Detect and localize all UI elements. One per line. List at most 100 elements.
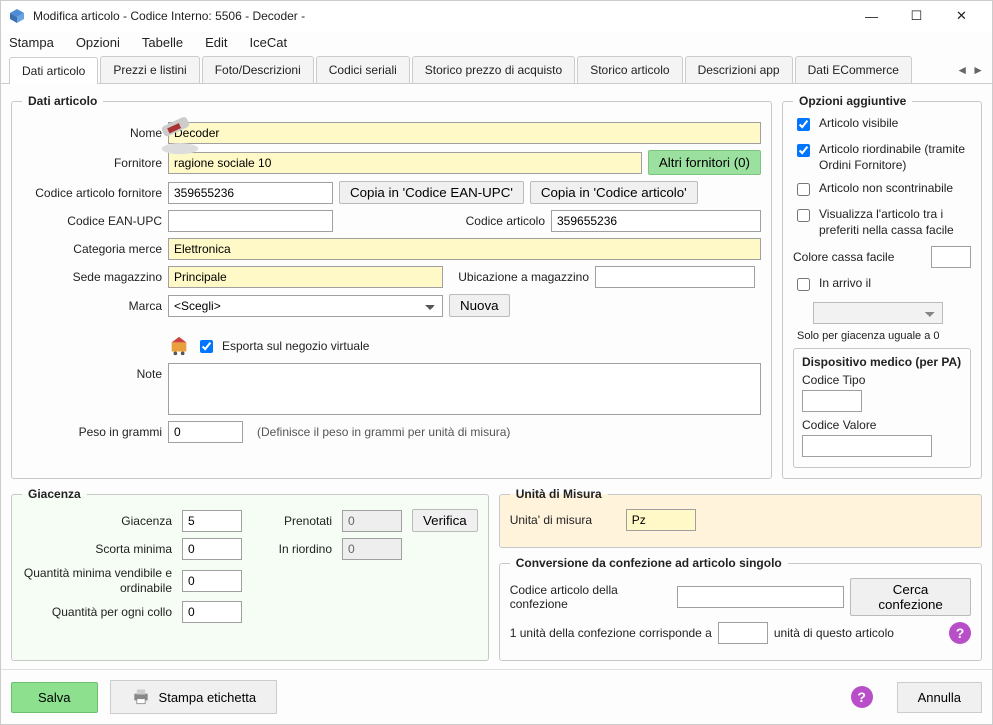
riordinabile-checkbox[interactable] bbox=[797, 144, 810, 157]
riordino-input bbox=[342, 538, 402, 560]
nome-label: Nome bbox=[22, 126, 162, 140]
ubicazione-label: Ubicazione a magazzino bbox=[449, 270, 589, 284]
prenotati-label: Prenotati bbox=[252, 514, 332, 528]
devmed-tipo-input[interactable] bbox=[802, 390, 862, 412]
cod-art-input[interactable] bbox=[551, 210, 761, 232]
salva-button[interactable]: Salva bbox=[11, 682, 98, 713]
minimize-button[interactable]: — bbox=[849, 1, 894, 31]
conv-codice-input[interactable] bbox=[677, 586, 844, 608]
marca-label: Marca bbox=[22, 299, 162, 313]
preferiti-checkbox[interactable] bbox=[797, 209, 810, 222]
ean-label: Codice EAN-UPC bbox=[22, 214, 162, 228]
annulla-button[interactable]: Annulla bbox=[897, 682, 982, 713]
tab-storico-articolo[interactable]: Storico articolo bbox=[577, 56, 682, 83]
stampa-etichetta-button[interactable]: Stampa etichetta bbox=[110, 680, 278, 714]
scorta-input[interactable] bbox=[182, 538, 242, 560]
tab-prezzi[interactable]: Prezzi e listini bbox=[100, 56, 199, 83]
giacenza-label: Giacenza bbox=[22, 514, 172, 528]
printer-icon bbox=[131, 687, 151, 707]
qmin-input[interactable] bbox=[182, 570, 242, 592]
categoria-label: Categoria merce bbox=[22, 242, 162, 256]
window: Modifica articolo - Codice Interno: 5506… bbox=[0, 0, 993, 725]
cerca-confezione-button[interactable]: Cerca confezione bbox=[850, 578, 971, 616]
note-textarea[interactable] bbox=[168, 363, 761, 415]
in-arrivo-date[interactable] bbox=[813, 302, 943, 324]
devmed-group: Dispositivo medico (per PA) Codice Tipo … bbox=[793, 348, 971, 468]
close-button[interactable]: ✕ bbox=[939, 1, 984, 31]
barcode-scanner-icon bbox=[158, 112, 202, 156]
ubicazione-input[interactable] bbox=[595, 266, 755, 288]
conv-legend: Conversione da confezione ad articolo si… bbox=[510, 556, 788, 570]
nome-input[interactable] bbox=[168, 122, 761, 144]
giacenza-legend: Giacenza bbox=[22, 487, 87, 501]
copia-art-button[interactable]: Copia in 'Codice articolo' bbox=[530, 181, 698, 204]
nuova-marca-button[interactable]: Nuova bbox=[449, 294, 510, 317]
visibile-checkbox[interactable] bbox=[797, 118, 810, 131]
fornitore-select[interactable]: ragione sociale 10 bbox=[168, 152, 642, 174]
menubar: Stampa Opzioni Tabelle Edit IceCat bbox=[1, 31, 992, 56]
conv-codice-label: Codice articolo della confezione bbox=[510, 583, 671, 611]
tab-codici-seriali[interactable]: Codici seriali bbox=[316, 56, 410, 83]
esporta-label: Esporta sul negozio virtuale bbox=[222, 339, 369, 353]
um-group: Unità di Misura Unita' di misura Pz bbox=[499, 487, 982, 548]
sede-label: Sede magazzino bbox=[22, 270, 162, 284]
categoria-select[interactable]: Elettronica bbox=[168, 238, 761, 260]
tab-ecommerce[interactable]: Dati ECommerce bbox=[795, 56, 912, 83]
copia-ean-button[interactable]: Copia in 'Codice EAN-UPC' bbox=[339, 181, 524, 204]
content: Dati articolo Nome Fornitore ragione soc… bbox=[1, 84, 992, 669]
non-scontrinabile-checkbox[interactable] bbox=[797, 183, 810, 196]
sede-select[interactable]: Principale bbox=[168, 266, 443, 288]
in-arrivo-checkbox[interactable] bbox=[797, 278, 810, 291]
cod-forn-input[interactable] bbox=[168, 182, 333, 204]
marca-select[interactable]: <Scegli> bbox=[168, 295, 443, 317]
tabstrip: Dati articolo Prezzi e listini Foto/Desc… bbox=[1, 56, 992, 84]
altri-fornitori-button[interactable]: Altri fornitori (0) bbox=[648, 150, 761, 175]
um-label: Unita' di misura bbox=[510, 513, 620, 527]
um-legend: Unità di Misura bbox=[510, 487, 608, 501]
menu-icecat[interactable]: IceCat bbox=[250, 35, 288, 50]
conv-group: Conversione da confezione ad articolo si… bbox=[499, 556, 982, 661]
riordino-label: In riordino bbox=[252, 542, 332, 556]
menu-stampa[interactable]: Stampa bbox=[9, 35, 54, 50]
peso-label: Peso in grammi bbox=[22, 425, 162, 439]
menu-tabelle[interactable]: Tabelle bbox=[142, 35, 183, 50]
tab-prev-icon[interactable]: ◄ bbox=[956, 63, 968, 77]
opzioni-group: Opzioni aggiuntive Articolo visibile Art… bbox=[782, 94, 982, 479]
note-label: Note bbox=[22, 363, 162, 381]
tab-foto[interactable]: Foto/Descrizioni bbox=[202, 56, 314, 83]
collo-label: Quantità per ogni collo bbox=[22, 605, 172, 619]
menu-edit[interactable]: Edit bbox=[205, 35, 227, 50]
ean-input[interactable] bbox=[168, 210, 333, 232]
riordinabile-label: Articolo riordinabile (tramite Ordini Fo… bbox=[819, 142, 971, 173]
devmed-valore-input[interactable] bbox=[802, 435, 932, 457]
qmin-label: Quantità minima vendibile e ordinabile bbox=[22, 566, 172, 595]
footer-help-icon[interactable]: ? bbox=[851, 686, 873, 708]
conv-line1: 1 unità della confezione corrisponde a bbox=[510, 626, 712, 640]
tab-next-icon[interactable]: ► bbox=[972, 63, 984, 77]
esporta-checkbox[interactable] bbox=[200, 340, 213, 353]
window-title: Modifica articolo - Codice Interno: 5506… bbox=[33, 9, 849, 23]
conv-line2: unità di questo articolo bbox=[774, 626, 894, 640]
stampa-etichetta-label: Stampa etichetta bbox=[159, 690, 257, 705]
um-select[interactable]: Pz bbox=[626, 509, 696, 531]
help-icon[interactable]: ? bbox=[949, 622, 971, 644]
devmed-tipo-label: Codice Tipo bbox=[802, 373, 962, 387]
tab-dati-articolo[interactable]: Dati articolo bbox=[9, 57, 98, 84]
scorta-label: Scorta minima bbox=[22, 542, 172, 556]
collo-input[interactable] bbox=[182, 601, 242, 623]
app-icon bbox=[9, 8, 25, 24]
menu-opzioni[interactable]: Opzioni bbox=[76, 35, 120, 50]
preferiti-label: Visualizza l'articolo tra i preferiti ne… bbox=[819, 207, 971, 238]
peso-input[interactable] bbox=[168, 421, 243, 443]
verifica-button[interactable]: Verifica bbox=[412, 509, 478, 532]
dati-legend: Dati articolo bbox=[22, 94, 103, 108]
colore-input[interactable] bbox=[931, 246, 971, 268]
maximize-button[interactable]: ☐ bbox=[894, 1, 939, 31]
tab-storico-prezzo[interactable]: Storico prezzo di acquisto bbox=[412, 56, 575, 83]
dati-articolo-group: Dati articolo Nome Fornitore ragione soc… bbox=[11, 94, 772, 479]
cod-forn-label: Codice articolo fornitore bbox=[22, 186, 162, 200]
giacenza-input[interactable] bbox=[182, 510, 242, 532]
conv-qty-input[interactable] bbox=[718, 622, 768, 644]
visibile-label: Articolo visibile bbox=[819, 116, 971, 132]
tab-descrizioni-app[interactable]: Descrizioni app bbox=[685, 56, 793, 83]
